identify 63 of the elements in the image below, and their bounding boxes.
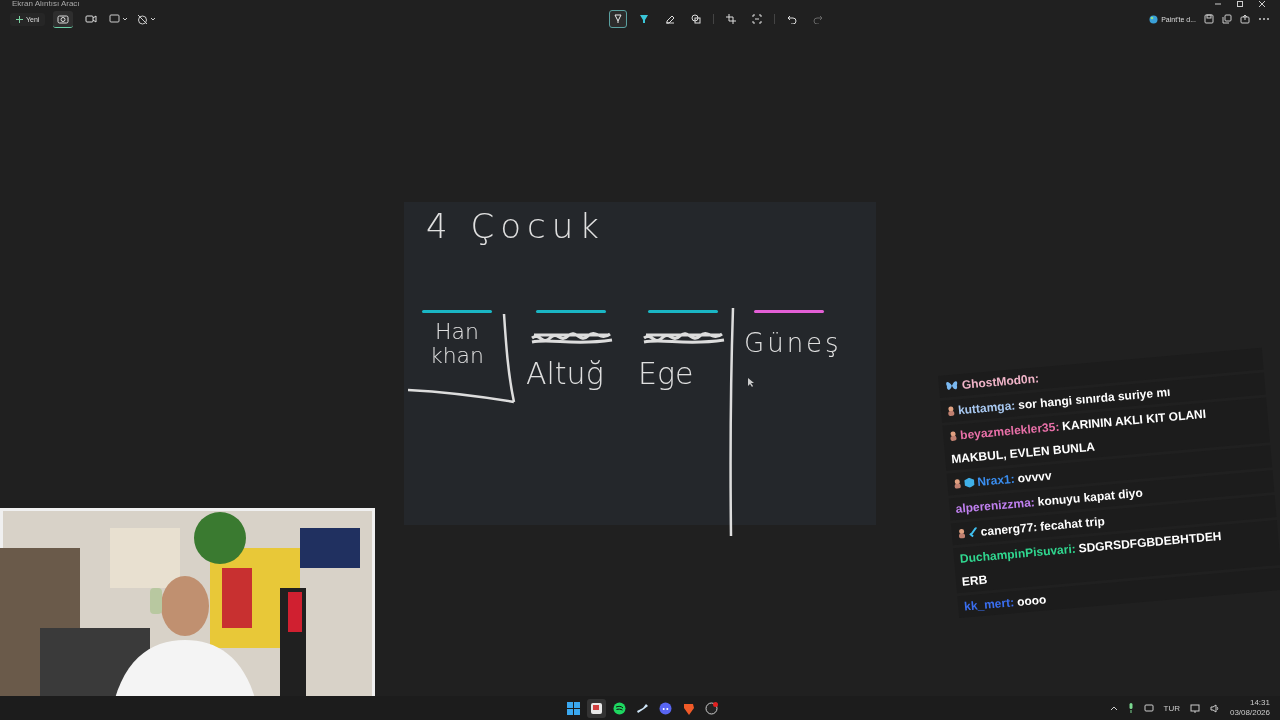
sword-icon <box>968 527 979 538</box>
handwritten-title: 4 Çocuk <box>426 206 605 246</box>
handwritten-name: Güneş <box>744 328 842 358</box>
redo-icon <box>813 14 824 24</box>
screenshot-icon <box>590 701 603 715</box>
cube-icon <box>964 477 975 489</box>
chat-username: kuttamga: <box>957 398 1016 418</box>
close-icon[interactable] <box>1258 0 1266 8</box>
handwritten-name: Han khan <box>428 320 486 368</box>
highlighter-icon <box>639 14 650 24</box>
sound-wave-icon <box>613 701 626 715</box>
record-dot-icon <box>705 701 718 715</box>
camera-button[interactable] <box>53 10 74 28</box>
chat-username: DuchampinPisuvari: <box>959 541 1077 566</box>
more-icon[interactable] <box>1258 17 1270 21</box>
network-icon[interactable] <box>1189 703 1200 713</box>
grid-icon <box>567 701 580 715</box>
crop-icon <box>726 14 737 24</box>
video-icon <box>85 13 98 24</box>
chat-text: oooo <box>1016 592 1047 609</box>
shield-icon <box>682 701 695 715</box>
microphone-icon[interactable] <box>1127 703 1134 713</box>
copy-icon[interactable] <box>1222 14 1232 24</box>
butterfly-icon <box>944 379 960 393</box>
chat-text: ovvvv <box>1017 468 1053 486</box>
undo-icon <box>787 14 798 24</box>
chat-username: kk_mert: <box>963 595 1015 614</box>
plus-icon <box>16 15 23 23</box>
text-select-icon <box>752 14 763 24</box>
window-title: Ekran Alıntısı Aracı <box>12 0 80 8</box>
pen-tool-button[interactable] <box>609 10 628 28</box>
clock-time[interactable]: 14:31 <box>1249 698 1270 708</box>
save-icon[interactable] <box>1204 14 1214 24</box>
chat-text: konuyu kapat diyo <box>1037 485 1144 509</box>
clock-date[interactable]: 03/08/2026 <box>1229 708 1270 718</box>
shapes-icon <box>691 14 702 24</box>
palette-icon <box>1149 14 1159 24</box>
language-indicator[interactable]: TUR <box>1163 703 1180 713</box>
pen-icon <box>613 14 624 24</box>
handwritten-name: Altuğ <box>526 356 604 391</box>
snip-app-button[interactable] <box>587 698 606 718</box>
minimize-icon[interactable] <box>1214 0 1222 8</box>
handwritten-name: Ege <box>638 356 694 391</box>
chevron-up-icon[interactable] <box>1109 705 1118 711</box>
cursor-icon <box>748 378 754 387</box>
chat-username: beyazmelekler35: <box>959 419 1060 443</box>
chat-username: alperenizzma: <box>955 495 1036 516</box>
chat-username: canerg77: <box>980 519 1038 539</box>
chat-username: Nrax1: <box>976 471 1016 489</box>
avatar-icon <box>946 405 956 417</box>
speaker-icon[interactable] <box>1209 703 1220 713</box>
chat-text: fecahat trip <box>1039 514 1106 534</box>
chat-text: ERB <box>961 572 988 589</box>
avatar-icon <box>948 430 958 442</box>
rectangle-dropdown-icon[interactable] <box>109 14 130 24</box>
share-icon[interactable] <box>1240 14 1250 24</box>
timer-off-dropdown-icon[interactable] <box>137 13 158 25</box>
display-icon[interactable] <box>1143 704 1154 712</box>
avatar-icon <box>957 528 967 539</box>
eraser-icon <box>665 14 676 24</box>
avatar-icon <box>953 478 962 490</box>
camera-icon <box>57 13 70 24</box>
restore-icon[interactable] <box>1236 0 1244 8</box>
